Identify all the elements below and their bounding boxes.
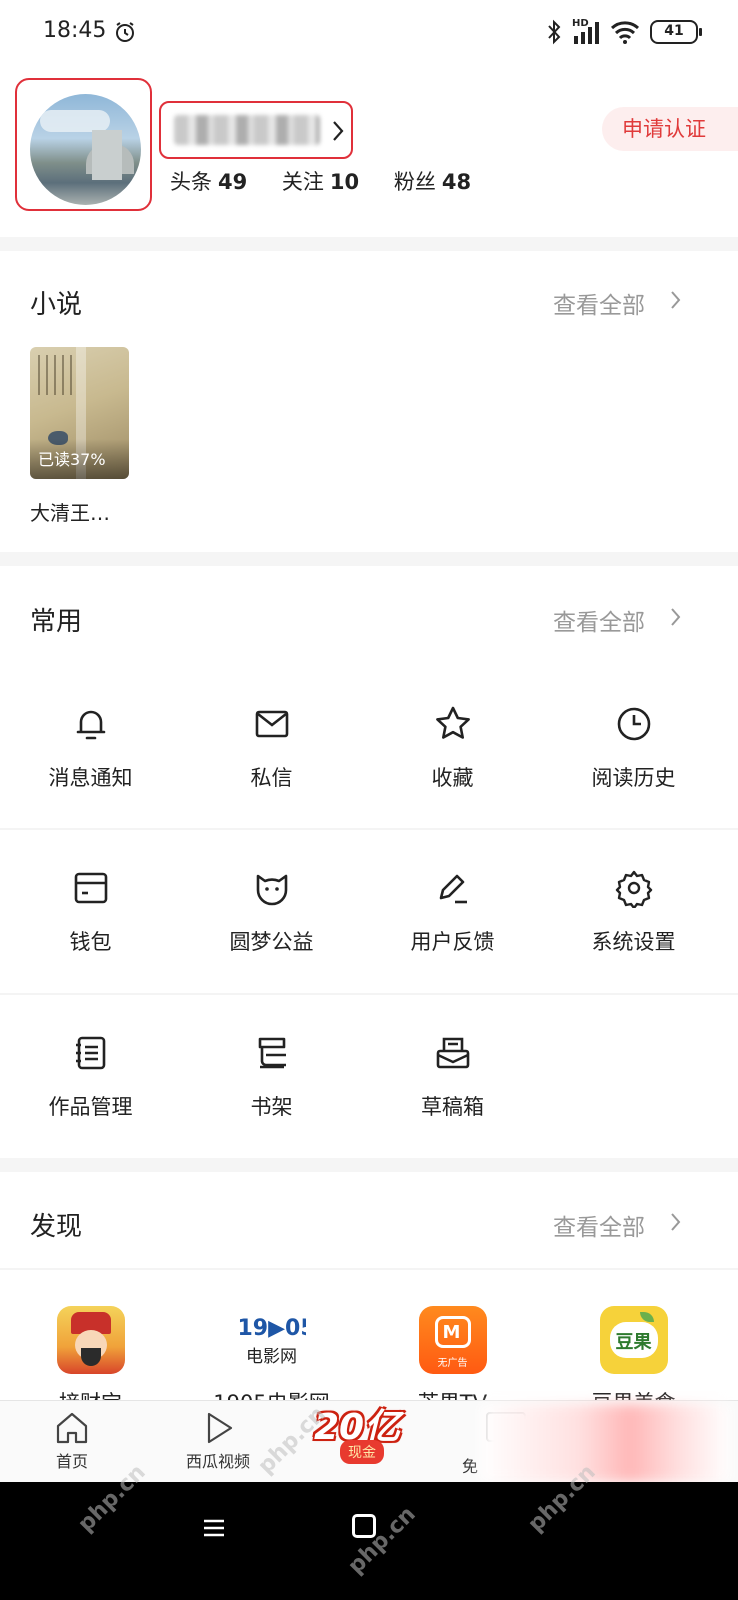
avatar[interactable] <box>30 94 141 205</box>
grid-item-bookshelf[interactable]: 书架 <box>181 1033 362 1153</box>
stat-headlines[interactable]: 头条 49 <box>170 170 247 194</box>
grid-item-wallet[interactable]: 钱包 <box>0 868 181 988</box>
grid-item-works[interactable]: 作品管理 <box>0 1033 181 1153</box>
discover-view-all[interactable]: 查看全部 <box>553 1208 645 1242</box>
section-divider <box>0 1158 738 1172</box>
book-cover[interactable]: 已读37% <box>30 347 129 479</box>
home-icon <box>56 1412 88 1444</box>
discover-section-title: 发现 <box>30 1212 83 1242</box>
row-divider <box>0 1268 738 1270</box>
nav-free-label[interactable]: 免 <box>462 1453 478 1477</box>
status-bar: 18:45 HD 41 <box>0 0 738 62</box>
app-1905[interactable]: 19▶05 电影网 1905电影网 <box>181 1306 362 1404</box>
star-icon <box>435 706 470 739</box>
chevron-right-icon <box>333 121 344 141</box>
grid-item-feedback[interactable]: 用户反馈 <box>362 868 543 988</box>
nav-home[interactable]: 首页 <box>12 1410 132 1472</box>
common-view-all[interactable]: 查看全部 <box>553 603 645 637</box>
app-mango[interactable]: M 无广告 芒果TV <box>362 1306 543 1404</box>
chevron-right-icon <box>671 608 681 626</box>
book-title[interactable]: 大清王… <box>30 497 110 526</box>
common-section-title: 常用 <box>30 607 83 637</box>
fortune-god-app-icon <box>56 1306 125 1374</box>
apply-certification-button[interactable]: 申请认证 <box>602 107 738 151</box>
status-time: 18:45 <box>43 18 107 43</box>
grid-item-history[interactable]: 阅读历史 <box>543 704 724 824</box>
grid-item-settings[interactable]: 系统设置 <box>543 868 724 988</box>
grid-item-messages[interactable]: 私信 <box>181 704 362 824</box>
username-highlight[interactable] <box>159 101 353 159</box>
signal-icon <box>574 22 599 44</box>
grid-item-drafts[interactable]: 草稿箱 <box>362 1033 543 1153</box>
app-fortune[interactable]: 接财宝 <box>0 1306 181 1404</box>
works-doc-icon <box>75 1036 105 1070</box>
wallet-icon <box>74 872 107 904</box>
cash-promo-button[interactable]: 20亿 现金 <box>312 1394 412 1474</box>
avatar-highlight[interactable] <box>15 78 152 211</box>
row-divider <box>0 993 738 995</box>
mango-tv-app-icon: M 无广告 <box>418 1306 487 1374</box>
gear-icon <box>615 870 652 908</box>
battery-indicator: 41 <box>650 20 702 44</box>
novel-section-title: 小说 <box>30 290 83 320</box>
play-icon <box>207 1412 233 1444</box>
feedback-pen-icon <box>439 874 467 904</box>
blurred-overlay <box>480 1404 730 1482</box>
stat-following[interactable]: 关注 10 <box>282 170 359 194</box>
wifi-icon <box>610 21 640 44</box>
read-progress: 已读37% <box>38 450 106 469</box>
drafts-icon <box>436 1037 469 1069</box>
bell-icon <box>76 710 105 740</box>
mail-icon <box>255 710 288 738</box>
grid-item-notifications[interactable]: 消息通知 <box>0 704 181 824</box>
app-douguo[interactable]: 豆果 豆果美食 <box>543 1306 724 1404</box>
bluetooth-icon <box>548 19 561 45</box>
grid-item-favorites[interactable]: 收藏 <box>362 704 543 824</box>
menu-icon[interactable] <box>203 1518 225 1538</box>
section-divider <box>0 552 738 566</box>
charity-icon <box>256 874 287 906</box>
clock-icon <box>617 707 650 741</box>
stat-followers[interactable]: 粉丝 48 <box>394 170 471 194</box>
grid-item-charity[interactable]: 圆梦公益 <box>181 868 362 988</box>
novel-view-all[interactable]: 查看全部 <box>553 286 645 320</box>
movie-1905-app-icon: 19▶05 电影网 <box>237 1306 306 1374</box>
section-divider <box>0 237 738 251</box>
douguo-app-icon: 豆果 <box>599 1306 668 1374</box>
username-blurred[interactable] <box>174 115 320 145</box>
chevron-right-icon <box>671 1213 681 1231</box>
chevron-right-icon <box>671 291 681 309</box>
row-divider <box>0 828 738 830</box>
bookshelf-icon <box>258 1037 286 1069</box>
alarm-icon <box>116 22 134 42</box>
profile-stats: 头条 49 关注 10 粉丝 48 <box>170 166 499 196</box>
